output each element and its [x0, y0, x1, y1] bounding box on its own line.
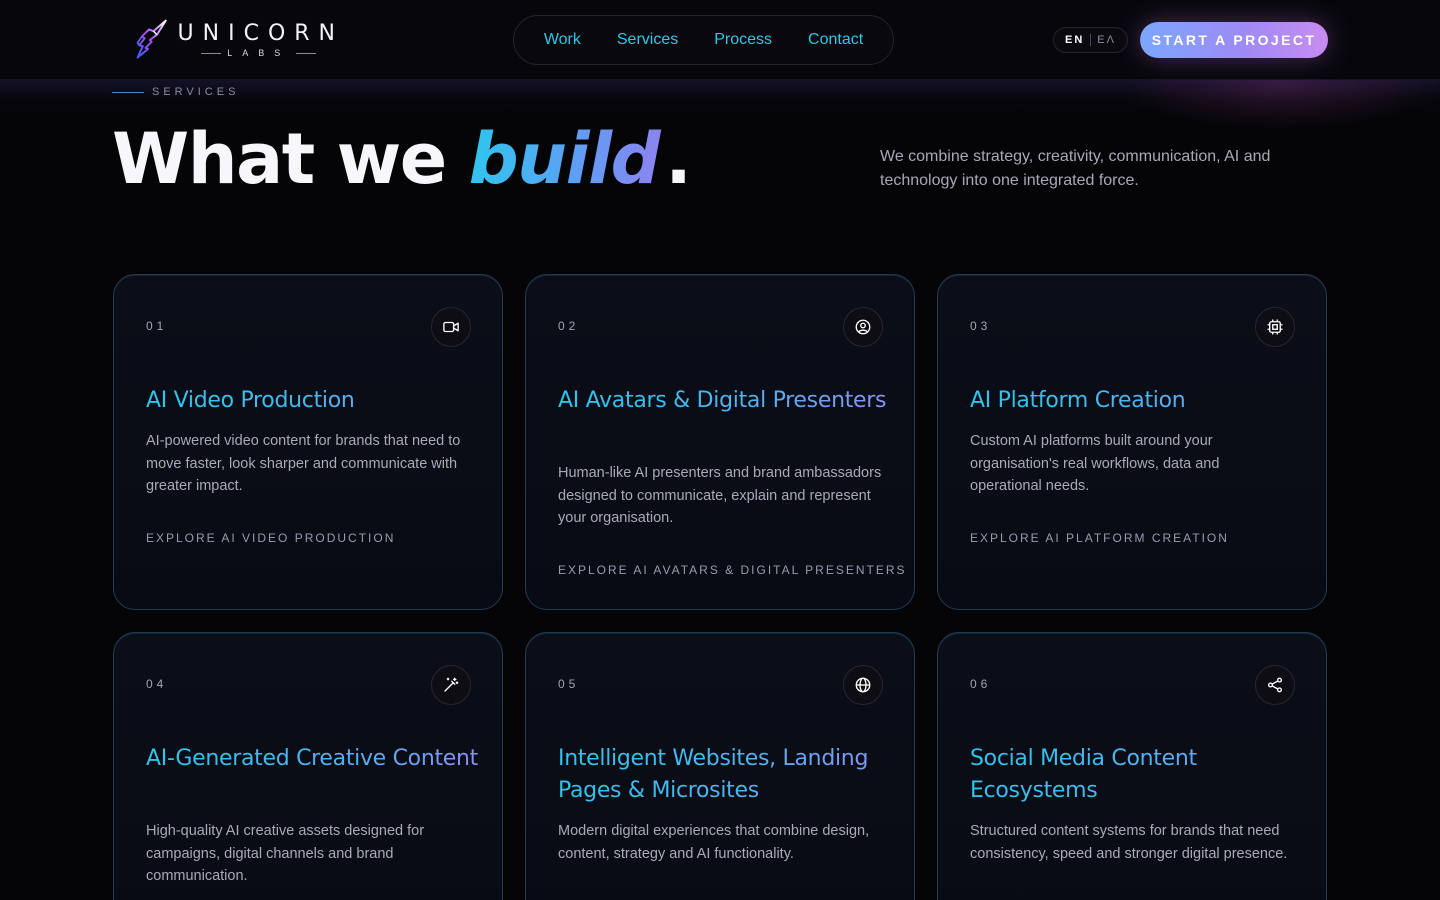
card-description: Custom AI platforms built around your or…	[970, 433, 1220, 494]
site-header: UNICORN LABS Work Services Process Conta…	[0, 0, 1440, 80]
share-icon[interactable]	[1255, 665, 1295, 705]
card-description: Human-like AI presenters and brand ambas…	[558, 465, 882, 526]
globe-icon[interactable]	[843, 665, 883, 705]
headline-pre: What we	[112, 118, 469, 200]
section-headline: What we build.	[112, 114, 692, 204]
lang-divider	[1090, 34, 1092, 46]
headline-period: .	[665, 118, 692, 200]
card-number: 01	[146, 319, 168, 333]
brand-name: UNICORN	[177, 21, 344, 46]
brand-sub: LABS	[227, 48, 291, 58]
card-number: 06	[970, 677, 992, 691]
lang-el[interactable]: EΛ	[1097, 34, 1116, 46]
section-eyebrow: SERVICES	[112, 84, 239, 100]
card-description: High-quality AI creative assets designed…	[146, 823, 425, 884]
service-card-social-media[interactable]: 06 Social Media Content Ecosystems Struc…	[937, 632, 1327, 900]
service-card-ai-avatars[interactable]: 02 AI Avatars & Digital Presenters Human…	[525, 274, 915, 610]
card-description: Modern digital experiences that combine …	[558, 823, 870, 862]
service-card-ai-video[interactable]: 01 AI Video Production AI-powered video …	[113, 274, 503, 610]
nav-link-contact[interactable]: Contact	[808, 31, 863, 49]
headline-accent: build	[469, 118, 666, 200]
card-title: AI Platform Creation	[970, 385, 1305, 417]
explore-link[interactable]: EXPLORE AI AVATARS & DIGITAL PRESENTERS	[558, 563, 907, 577]
service-card-ai-platform[interactable]: 03 AI Platform Creation Custom AI platfo…	[937, 274, 1327, 610]
card-title: Intelligent Websites, Landing Pages & Mi…	[558, 743, 893, 807]
language-switcher: EN EΛ	[1053, 27, 1128, 53]
card-number: 05	[558, 677, 580, 691]
card-title: AI Avatars & Digital Presenters	[558, 385, 893, 417]
card-number: 02	[558, 319, 580, 333]
nav-link-work[interactable]: Work	[544, 31, 581, 49]
card-title: Social Media Content Ecosystems	[970, 743, 1305, 807]
explore-link[interactable]: EXPLORE AI VIDEO PRODUCTION	[146, 531, 395, 545]
video-camera-icon[interactable]	[431, 307, 471, 347]
logo-rule-right	[296, 52, 317, 54]
card-title: AI-Generated Creative Content	[146, 743, 481, 775]
card-number: 03	[970, 319, 992, 333]
service-card-creative-content[interactable]: 04 AI-Generated Creative Content High-qu…	[113, 632, 503, 900]
eyebrow-line	[112, 91, 144, 93]
card-title: AI Video Production	[146, 385, 481, 417]
logo[interactable]: UNICORN LABS	[134, 16, 344, 64]
card-description: Structured content systems for brands th…	[970, 823, 1288, 862]
magic-wand-icon[interactable]	[431, 665, 471, 705]
card-number: 04	[146, 677, 168, 691]
service-card-intelligent-websites[interactable]: 05 Intelligent Websites, Landing Pages &…	[525, 632, 915, 900]
unicorn-logo-icon	[136, 19, 167, 59]
nav-link-services[interactable]: Services	[617, 31, 678, 49]
main-nav: Work Services Process Contact	[513, 15, 894, 65]
card-description: AI-powered video content for brands that…	[146, 433, 461, 494]
user-circle-icon[interactable]	[843, 307, 883, 347]
logo-rule-left	[201, 52, 222, 54]
start-project-button[interactable]: START A PROJECT	[1140, 22, 1328, 58]
chip-icon[interactable]	[1255, 307, 1295, 347]
section-intro: We combine strategy, creativity, communi…	[880, 148, 1271, 189]
eyebrow-label: SERVICES	[152, 86, 240, 98]
lang-en[interactable]: EN	[1065, 34, 1084, 46]
explore-link[interactable]: EXPLORE AI PLATFORM CREATION	[970, 531, 1229, 545]
nav-link-process[interactable]: Process	[714, 31, 772, 49]
